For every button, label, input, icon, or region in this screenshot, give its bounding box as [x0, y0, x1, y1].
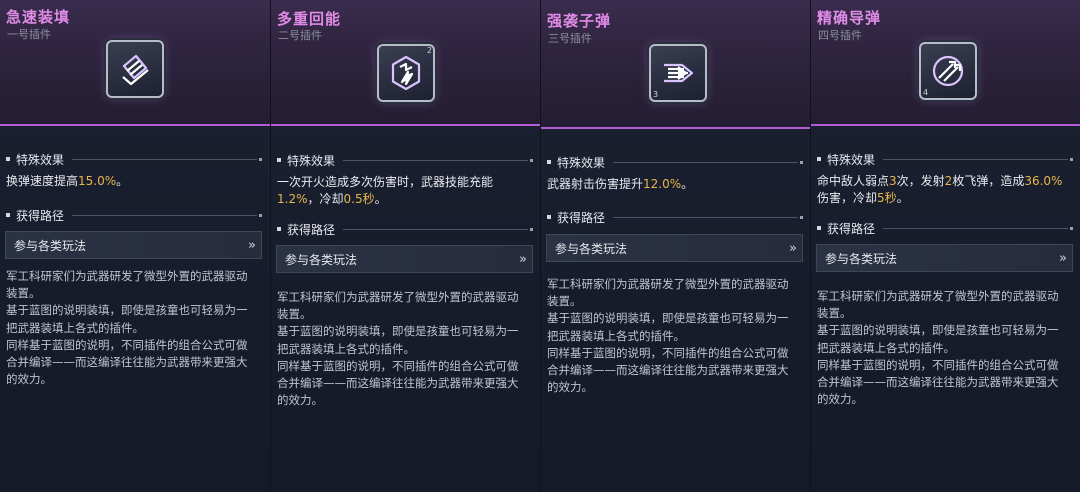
route-button[interactable]: 参与各类玩法 »: [816, 244, 1073, 272]
plugin-description: 军工科研家们为武器研发了微型外置的武器驱动 装置。 基于蓝图的说明装填，即使是孩…: [277, 290, 519, 408]
plugin-title: 强袭子弹: [547, 12, 612, 30]
plugin-icon-frame[interactable]: 4: [919, 42, 977, 100]
chevron-right-icon: »: [1059, 250, 1067, 266]
plugin-icon-frame[interactable]: 2: [377, 44, 435, 102]
corner-number: 3: [653, 90, 659, 99]
route-button[interactable]: 参与各类玩法 »: [276, 245, 533, 273]
plugin-card-4: 精确导弹 四号插件 4 特殊效果 命中敌人弱点3次，发射2枚飞弹，造成36.0%…: [810, 0, 1080, 492]
chevron-right-icon: »: [789, 240, 797, 256]
chevron-right-icon: »: [248, 237, 256, 253]
plugin-card-3: 强袭子弹 三号插件 3 特殊效果 武器射击伤害提升12.0%。 获得路径 参与各…: [540, 0, 811, 492]
plugin-icon-frame[interactable]: 3: [649, 44, 707, 102]
plugin-card-2: 多重回能 二号插件 2 特殊效果 一次开火造成多次伤害时，武器技能充能1.2%，…: [270, 0, 541, 492]
plugin-title: 精确导弹: [817, 9, 882, 27]
plugin-title: 多重回能: [277, 10, 342, 28]
plugin-icon-frame[interactable]: [106, 40, 164, 98]
effect-text: 武器射击伤害提升12.0%。: [547, 177, 694, 191]
corner-number: 4: [923, 88, 929, 97]
effect-text: 换弹速度提高15.0%。: [6, 174, 129, 188]
route-section-header: 获得路径: [817, 221, 1073, 236]
effect-text: 命中敌人弱点3次，发射2枚飞弹，造成36.0%伤害，冷却5秒。: [817, 174, 1063, 205]
plugin-subtitle: 三号插件: [548, 32, 592, 45]
chevron-right-icon: »: [519, 251, 527, 267]
route-section-header: 获得路径: [6, 208, 262, 223]
route-section-header: 获得路径: [547, 210, 803, 225]
plugin-title: 急速装填: [6, 8, 71, 26]
plugin-description: 军工科研家们为武器研发了微型外置的武器驱动 装置。 基于蓝图的说明装填，即使是孩…: [6, 269, 248, 387]
route-button[interactable]: 参与各类玩法 »: [5, 231, 262, 259]
plugin-description: 军工科研家们为武器研发了微型外置的武器驱动 装置。 基于蓝图的说明装填，即使是孩…: [547, 277, 789, 395]
corner-number: 2: [426, 46, 432, 55]
guided-missile-icon: [932, 55, 964, 87]
route-button[interactable]: 参与各类玩法 »: [546, 234, 803, 262]
effect-section-header: 特殊效果: [277, 153, 533, 168]
effect-section-header: 特殊效果: [6, 152, 262, 167]
effect-section-header: 特殊效果: [547, 155, 803, 170]
effect-section-header: 特殊效果: [817, 152, 1073, 167]
plugin-subtitle: 一号插件: [7, 28, 51, 41]
energy-recharge-icon: [391, 55, 421, 91]
magazine-reload-icon: [122, 54, 149, 86]
plugin-subtitle: 四号插件: [818, 29, 862, 42]
assault-bullet-icon: [664, 63, 694, 83]
plugin-description: 军工科研家们为武器研发了微型外置的武器驱动 装置。 基于蓝图的说明装填，即使是孩…: [817, 289, 1059, 407]
plugin-subtitle: 二号插件: [278, 29, 322, 42]
route-section-header: 获得路径: [277, 222, 533, 237]
plugin-card-1: 急速装填 一号插件 特殊效果 换弹速度提高15.0%。 获得路径 参与各类玩法 …: [0, 0, 270, 492]
effect-text: 一次开火造成多次伤害时，武器技能充能1.2%，冷却0.5秒。: [277, 175, 494, 206]
